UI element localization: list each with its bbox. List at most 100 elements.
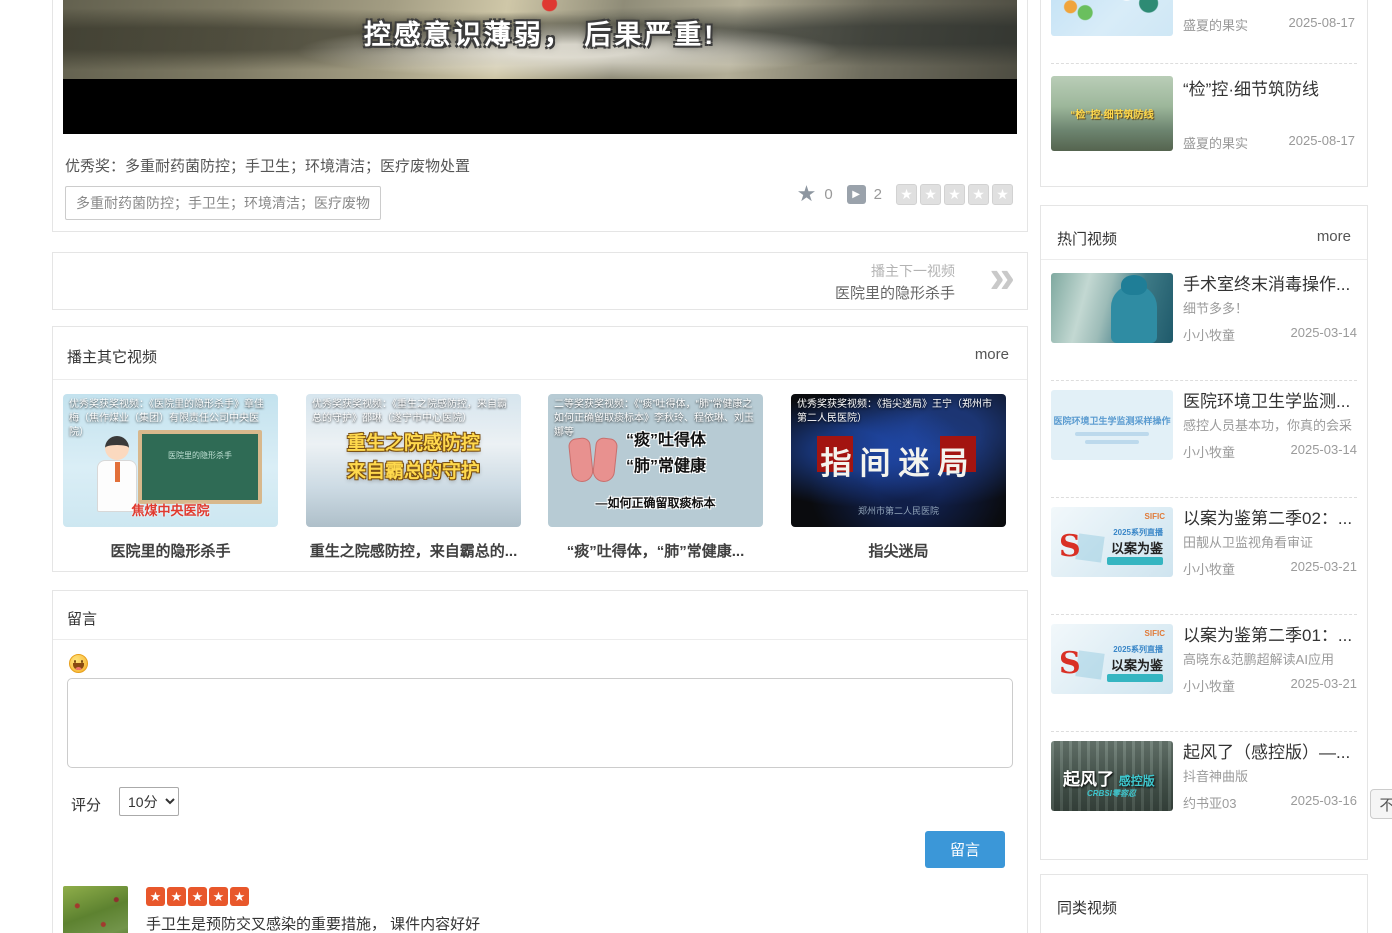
video-meta: 小小牧童 2025-03-21 — [1183, 559, 1357, 578]
video-author[interactable]: 盛夏的果实 — [1183, 15, 1248, 34]
video-thumbnail[interactable] — [1051, 273, 1173, 343]
hot-video-item[interactable]: 医院环境卫生学监测采样操作 医院环境卫生学监测... 感控人员基本功，你真的会采… — [1051, 390, 1359, 490]
hot-video-item[interactable]: 手术室终末消毒操作... 细节多多！ 小小牧童 2025-03-14 — [1051, 273, 1359, 373]
video-date: 2025-08-17 — [1289, 133, 1356, 152]
video-date: 2025-03-14 — [1291, 325, 1358, 344]
video-thumbnail[interactable]: 优秀奖获奖视频：《指尖迷局》王宁（郑州市第二人民医院） 指间迷局 郑州市第二人民… — [791, 394, 1006, 527]
video-thumbnail[interactable]: 二等奖获奖视频：《“痰”吐得体，“肺”常健康之如何正确留取痰标本》李秋玲、程依琳… — [548, 394, 763, 527]
next-video-label: 播主下一视频 — [871, 261, 955, 281]
rating-stars[interactable] — [896, 184, 1013, 205]
video-title[interactable]: 手术室终末消毒操作... — [1183, 270, 1361, 295]
commenter-avatar[interactable] — [63, 886, 128, 933]
rating-star-icon[interactable] — [896, 184, 917, 205]
hot-video-item[interactable]: 起风了 感控版 CRBSI零容忍 起风了（感控版）—... 抖音神曲版 约书亚0… — [1051, 741, 1359, 841]
star-icon — [209, 887, 228, 906]
video-meta: 约书亚03 2025-03-16 — [1183, 793, 1357, 812]
video-title[interactable]: 医院里的隐形杀手 — [63, 540, 278, 561]
video-author[interactable]: 盛夏的果实 — [1183, 133, 1248, 152]
video-thumbnail[interactable]: 优秀奖获奖视频：《医院里的隐形杀手》章佳梅（焦作煤业（集团）有限责任公司中央医院… — [63, 394, 278, 527]
rating-star-icon[interactable] — [920, 184, 941, 205]
comment-input[interactable] — [67, 678, 1013, 768]
video-title[interactable]: 医院环境卫生学监测... — [1183, 387, 1361, 412]
next-video-title[interactable]: 医院里的隐形杀手 — [835, 282, 955, 303]
other-videos-box: 播主其它视频 more 优秀奖获奖视频：《医院里的隐形杀手》章佳梅（焦作煤业（集… — [52, 326, 1028, 572]
video-date: 2025-03-21 — [1291, 676, 1358, 695]
submit-comment-button[interactable]: 留言 — [925, 831, 1005, 868]
double-chevron-right-icon[interactable] — [989, 249, 1015, 303]
other-video-card[interactable]: 优秀奖获奖视频：《重生之院感防控，来自霸总的守护》邵琳（遂宁市中心医院） 重生之… — [306, 394, 521, 561]
video-player[interactable]: 控感意识薄弱， 后果严重! — [63, 0, 1017, 134]
uploader-videos-box: 盛夏的果实 2025-08-17 “检”控·细节筑防线 “检”控·细节筑防线 盛… — [1040, 0, 1368, 187]
comment-box: 留言 评分 10分 留言 手卫生是预防交叉感染的重要措施， 课件内容好好 — [52, 590, 1028, 933]
video-title[interactable]: 重生之院感防控，来自霸总的... — [306, 540, 521, 561]
video-thumbnail[interactable]: 起风了 感控版 CRBSI零容忍 — [1051, 741, 1173, 811]
video-thumbnail[interactable]: S SIFIC 2025系列直播 以案为鉴 — [1051, 507, 1173, 577]
divider — [1041, 259, 1367, 260]
favorite-stat[interactable]: 0 — [797, 183, 833, 205]
video-thumbnail[interactable]: 医院环境卫生学监测采样操作 — [1051, 390, 1173, 460]
video-title[interactable]: “痰”吐得体，“肺”常健康... — [548, 540, 763, 561]
video-thumbnail[interactable]: “检”控·细节筑防线 — [1051, 76, 1173, 151]
related-videos-title: 同类视频 — [1057, 897, 1117, 918]
video-thumbnail[interactable]: 优秀奖获奖视频：《重生之院感防控，来自霸总的守护》邵琳（遂宁市中心医院） 重生之… — [306, 394, 521, 527]
emoji-picker-icon[interactable] — [69, 654, 88, 673]
hot-video-item[interactable]: S SIFIC 2025系列直播 以案为鉴 以案为鉴第二季02：... 田靓从卫… — [1051, 507, 1359, 607]
video-title[interactable]: 起风了（感控版）—... — [1183, 738, 1361, 763]
dashed-divider — [1051, 497, 1357, 498]
video-date: 2025-03-16 — [1291, 793, 1358, 812]
floating-side-button[interactable]: 不 — [1370, 789, 1392, 819]
other-video-card[interactable]: 优秀奖获奖视频：《指尖迷局》王宁（郑州市第二人民医院） 指间迷局 郑州市第二人民… — [791, 394, 1006, 561]
dashed-divider — [1051, 614, 1357, 615]
video-title[interactable]: “检”控·细节筑防线 — [1183, 75, 1359, 100]
thumb-overlay-text: 二等奖获奖视频：《“痰”吐得体，“肺”常健康之如何正确留取痰标本》李秋玲、程依琳… — [548, 394, 763, 444]
rating-label: 评分 — [71, 794, 101, 815]
favorite-count: 0 — [824, 186, 832, 203]
video-author[interactable]: 小小牧童 — [1183, 676, 1235, 695]
video-author[interactable]: 小小牧童 — [1183, 442, 1235, 461]
video-subtitle: 细节多多！ — [1183, 298, 1361, 317]
thumb-overlay-text: 优秀奖获奖视频：《医院里的隐形杀手》章佳梅（焦作煤业（集团）有限责任公司中央医院… — [63, 394, 278, 444]
sific-logo: SIFIC — [1145, 629, 1165, 638]
video-date: 2025-08-17 — [1289, 15, 1356, 34]
thumb-art-text: S — [1059, 529, 1081, 564]
video-title[interactable]: 以案为鉴第二季02：... — [1183, 504, 1361, 529]
rating-star-icon[interactable] — [968, 184, 989, 205]
rating-star-icon[interactable] — [992, 184, 1013, 205]
dashed-divider — [1051, 731, 1357, 732]
thumb-art-text: S — [1059, 646, 1081, 681]
video-title[interactable]: 以案为鉴第二季01：... — [1183, 621, 1361, 646]
rating-select[interactable]: 10分 — [119, 787, 179, 816]
video-caption: 控感意识薄弱， 后果严重! — [63, 13, 1017, 52]
rating-star-icon[interactable] — [944, 184, 965, 205]
video-meta: 小小牧童 2025-03-14 — [1183, 325, 1357, 344]
thumb-overlay-text: 优秀奖获奖视频：《指尖迷局》王宁（郑州市第二人民医院） — [791, 394, 1006, 430]
video-author[interactable]: 小小牧童 — [1183, 325, 1235, 344]
video-info-box: 控感意识薄弱， 后果严重! 优秀奖：多重耐药菌防控；手卫生；环境清洁；医疗废物处… — [52, 0, 1028, 232]
star-icon — [188, 887, 207, 906]
hot-video-item[interactable]: S SIFIC 2025系列直播 以案为鉴 以案为鉴第二季01：... 高晓东&… — [1051, 624, 1359, 724]
hot-videos-box: 热门视频 more 手术室终末消毒操作... 细节多多！ 小小牧童 2025-0… — [1040, 205, 1368, 860]
video-author[interactable]: 小小牧童 — [1183, 559, 1235, 578]
star-icon — [146, 887, 165, 906]
play-count-icon — [847, 185, 866, 204]
favorite-star-icon[interactable] — [797, 183, 817, 205]
other-videos-more-link[interactable]: more — [975, 346, 1009, 363]
video-meta: 小小牧童 2025-03-14 — [1183, 442, 1357, 461]
video-title[interactable]: 指尖迷局 — [791, 540, 1006, 561]
other-video-card[interactable]: 优秀奖获奖视频：《医院里的隐形杀手》章佳梅（焦作煤业（集团）有限责任公司中央医院… — [63, 394, 278, 561]
nurse-art — [1111, 285, 1157, 343]
video-thumbnail[interactable]: S SIFIC 2025系列直播 以案为鉴 — [1051, 624, 1173, 694]
video-thumbnail[interactable] — [1051, 0, 1173, 36]
video-author[interactable]: 约书亚03 — [1183, 793, 1236, 812]
other-video-card[interactable]: 二等奖获奖视频：《“痰”吐得体，“肺”常健康之如何正确留取痰标本》李秋玲、程依琳… — [548, 394, 763, 561]
next-video-box[interactable]: 播主下一视频 医院里的隐形杀手 — [52, 252, 1028, 310]
video-tag[interactable]: 多重耐药菌防控；手卫生；环境清洁；医疗废物 — [65, 186, 381, 220]
video-date: 2025-03-14 — [1291, 442, 1358, 461]
video-date: 2025-03-21 — [1291, 559, 1358, 578]
award-text: 优秀奖：多重耐药菌防控；手卫生；环境清洁；医疗废物处置 — [65, 155, 470, 176]
hot-videos-more-link[interactable]: more — [1317, 228, 1351, 245]
video-meta: 小小牧童 2025-03-21 — [1183, 676, 1357, 695]
related-videos-box: 同类视频 — [1040, 874, 1368, 933]
thumb-art-text: 重生之院感防控 来自霸总的守护 — [306, 430, 521, 485]
video-subtitle: 感控人员基本功，你真的会采 — [1183, 415, 1361, 434]
